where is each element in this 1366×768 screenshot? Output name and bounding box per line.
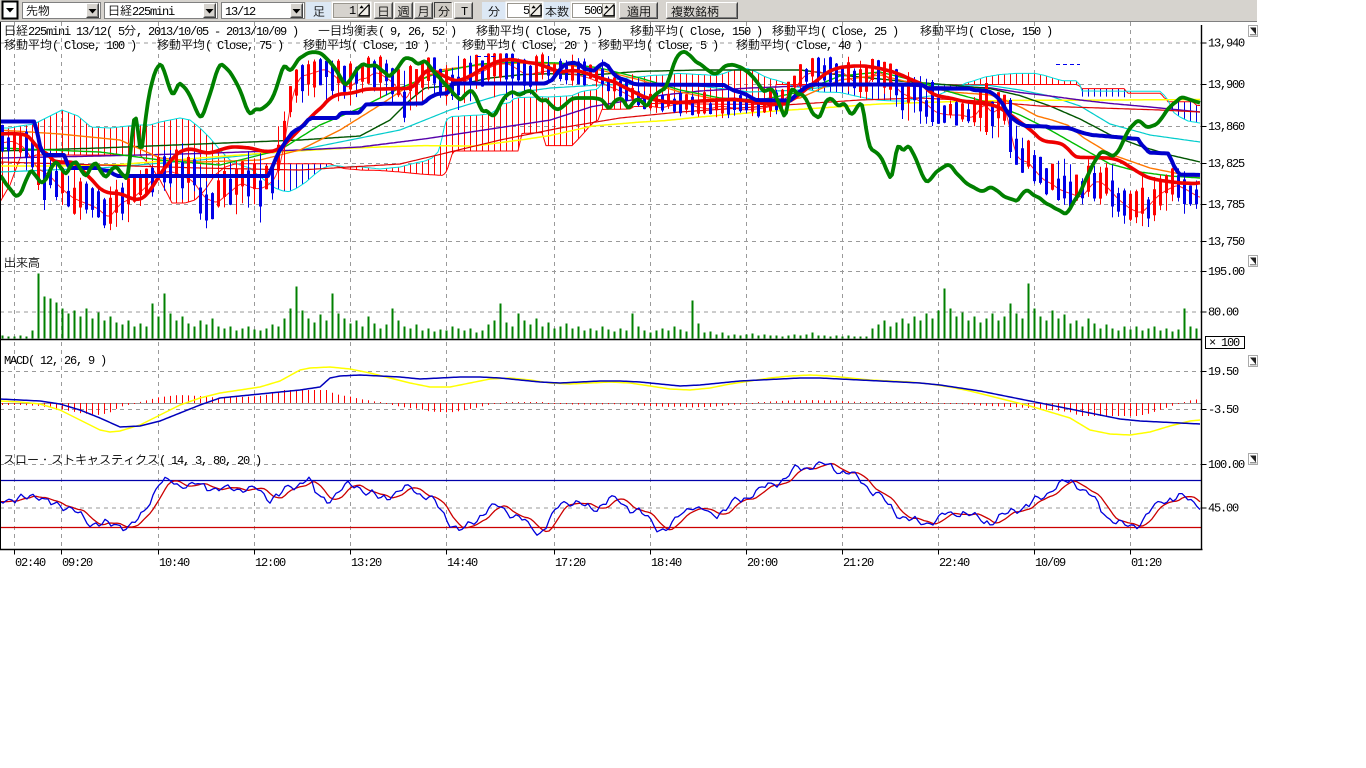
svg-text:225mini 13/12( 5: 225mini 13/12( 5 — [28, 25, 125, 39]
svg-text:22:40: 22:40 — [939, 556, 970, 570]
svg-text:13:20: 13:20 — [351, 556, 382, 570]
svg-text:225mini: 225mini — [132, 5, 175, 19]
svg-text:19.50: 19.50 — [1208, 365, 1239, 379]
svg-text:13,750: 13,750 — [1208, 235, 1245, 249]
svg-text:( Close, 40 ): ( Close, 40 ) — [784, 39, 862, 53]
svg-text:195.00: 195.00 — [1208, 265, 1245, 279]
svg-text:01:20: 01:20 — [1131, 556, 1162, 570]
svg-text:80.00: 80.00 — [1208, 306, 1239, 320]
svg-text:( Close, 20 ): ( Close, 20 ) — [510, 39, 588, 53]
svg-text:45.00: 45.00 — [1208, 502, 1239, 516]
svg-text:( Close, 150 ): ( Close, 150 ) — [968, 25, 1052, 39]
svg-text:17:20: 17:20 — [555, 556, 586, 570]
svg-text:21:20: 21:20 — [843, 556, 874, 570]
svg-text:13/12: 13/12 — [225, 5, 256, 19]
svg-text:( 9, 26, 52 ): ( 9, 26, 52 ) — [378, 25, 456, 39]
svg-text:13,825: 13,825 — [1208, 157, 1245, 171]
svg-text:, 2013/10/05 - 2013/10/09 ): , 2013/10/05 - 2013/10/09 ) — [136, 25, 298, 39]
svg-text:14:40: 14:40 — [447, 556, 478, 570]
svg-text:18:40: 18:40 — [651, 556, 682, 570]
svg-text:1: 1 — [349, 4, 356, 18]
svg-text:13,900: 13,900 — [1208, 78, 1245, 92]
svg-text:× 100: × 100 — [1209, 336, 1240, 350]
svg-text:13,940: 13,940 — [1208, 37, 1245, 51]
svg-text:13,785: 13,785 — [1208, 198, 1245, 212]
svg-text:10:40: 10:40 — [159, 556, 190, 570]
svg-text:( Close, 25 ): ( Close, 25 ) — [820, 25, 898, 39]
svg-text:12:00: 12:00 — [255, 556, 286, 570]
svg-text:10/09: 10/09 — [1035, 556, 1066, 570]
svg-text:100.00: 100.00 — [1208, 458, 1245, 472]
svg-text:( Close, 75 ): ( Close, 75 ) — [205, 39, 283, 53]
svg-text:( Close, 5 ): ( Close, 5 ) — [646, 39, 718, 53]
svg-text:( Close, 75 ): ( Close, 75 ) — [524, 25, 602, 39]
svg-text:( Close, 10 ): ( Close, 10 ) — [351, 39, 429, 53]
svg-text:-3.50: -3.50 — [1208, 403, 1239, 417]
svg-text:MACD( 12, 26, 9 ): MACD( 12, 26, 9 ) — [4, 354, 106, 368]
svg-text:20:00: 20:00 — [747, 556, 778, 570]
svg-text:09:20: 09:20 — [62, 556, 93, 570]
svg-text:( Close, 150 ): ( Close, 150 ) — [678, 25, 762, 39]
svg-text:13,860: 13,860 — [1208, 120, 1245, 134]
svg-text:( 14, 3, 80, 20 ): ( 14, 3, 80, 20 ) — [159, 454, 261, 468]
svg-text:5: 5 — [523, 4, 530, 18]
svg-text:02:40: 02:40 — [15, 556, 46, 570]
svg-text:T: T — [461, 5, 468, 19]
svg-text:( Close, 100 ): ( Close, 100 ) — [52, 39, 136, 53]
svg-text:500: 500 — [584, 4, 603, 18]
